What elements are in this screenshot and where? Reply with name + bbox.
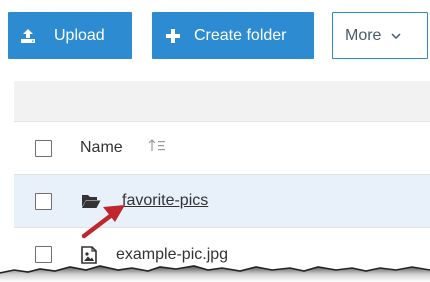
torn-edge-decoration (0, 265, 430, 282)
table-row[interactable]: favorite-pics (14, 175, 430, 228)
select-all-checkbox[interactable] (35, 139, 52, 157)
upload-button[interactable]: Upload (8, 12, 132, 59)
table-toolbar-strip (14, 81, 430, 121)
more-label: More (345, 26, 382, 44)
upload-label: Upload (54, 26, 105, 44)
file-browser: Upload Create folder More Name favorite-… (0, 0, 430, 282)
name-column-header[interactable]: Name (80, 139, 123, 157)
table-header-row: Name (14, 121, 430, 175)
more-dropdown-button[interactable]: More (332, 12, 428, 59)
row-checkbox[interactable] (35, 192, 52, 210)
plus-icon (166, 28, 180, 43)
upload-icon (20, 28, 36, 44)
create-folder-button[interactable]: Create folder (152, 12, 314, 59)
create-folder-label: Create folder (194, 26, 287, 44)
sort-ascending-icon[interactable] (148, 138, 166, 152)
folder-open-icon (81, 194, 101, 209)
item-name-link[interactable]: favorite-pics (122, 192, 208, 210)
chevron-down-icon (391, 32, 401, 39)
